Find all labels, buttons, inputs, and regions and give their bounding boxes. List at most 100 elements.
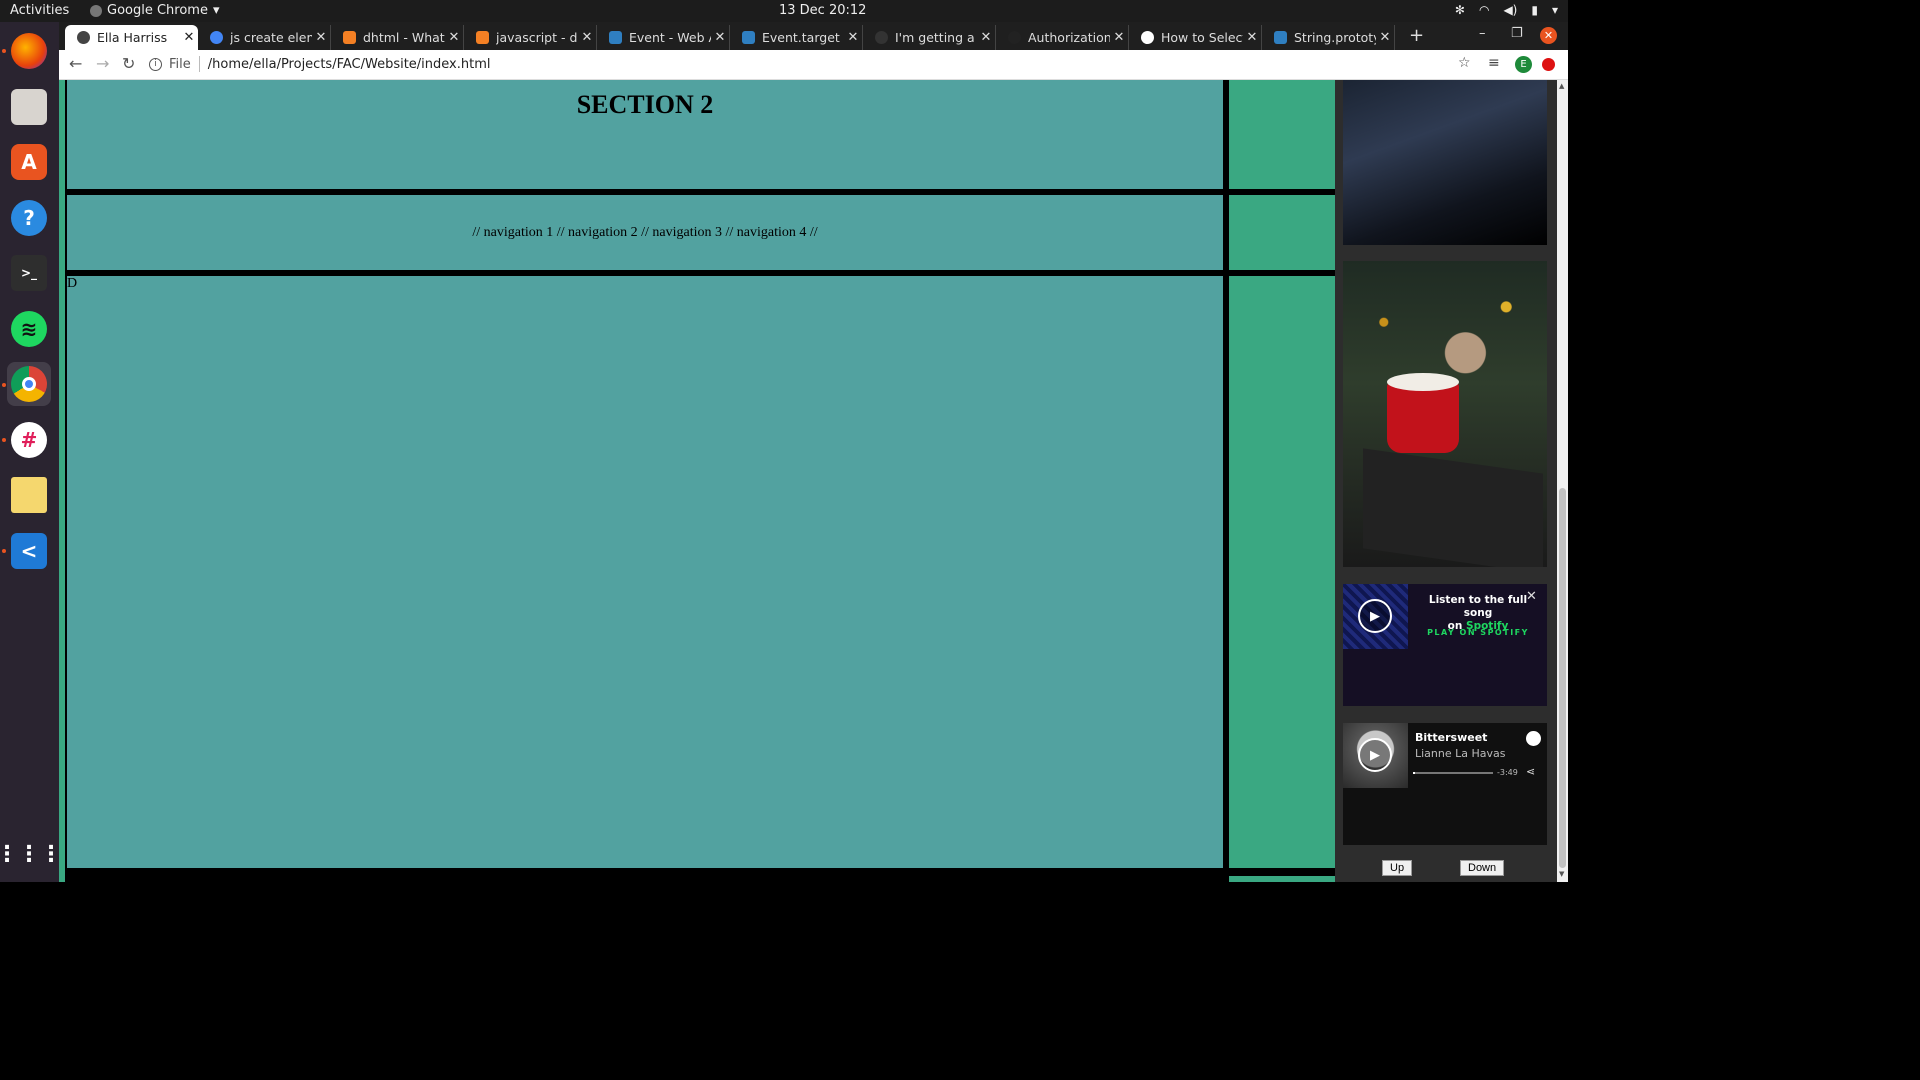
close-icon[interactable]: ✕ — [1526, 589, 1537, 604]
tab-authorization[interactable]: Authorization ✕ — [996, 25, 1129, 50]
chrome-icon[interactable] — [7, 362, 51, 406]
tab-label: dhtml - What is — [363, 30, 445, 45]
scroll-down-arrow-icon[interactable]: ▼ — [1559, 870, 1564, 878]
clock[interactable]: 13 Dec 20:12 — [779, 3, 866, 18]
terminal-icon[interactable]: >_ — [7, 251, 51, 295]
google-favicon-icon — [210, 31, 223, 44]
mdn-favicon-icon — [609, 31, 622, 44]
tab-im-getting-a-4[interactable]: I'm getting a 4 ✕ — [863, 25, 996, 50]
close-tab-icon[interactable]: ✕ — [445, 30, 463, 45]
tab-label: javascript - do — [496, 30, 578, 45]
address-bar[interactable]: i File /home/ella/Projects/FAC/Website/i… — [149, 52, 1449, 76]
stackoverflow-favicon-icon — [343, 31, 356, 44]
file-scheme-label: File — [169, 56, 191, 72]
new-tab-button[interactable]: + — [1409, 25, 1424, 46]
tab-label: js create eleme — [230, 30, 312, 45]
track-artist[interactable]: Lianne La Havas — [1415, 747, 1506, 760]
night-sky-image — [1343, 80, 1547, 245]
gnome-top-bar: Activities Google Chrome ▾ 13 Dec 20:12 … — [0, 0, 1568, 22]
wifi-icon[interactable]: ◠ — [1479, 3, 1489, 17]
page-scrollbar[interactable]: ▲ ▼ — [1557, 80, 1568, 882]
tab-event-target[interactable]: Event.target - ✕ — [730, 25, 863, 50]
tab-string-prototype[interactable]: String.prototy ✕ — [1262, 25, 1395, 50]
tab-dhtml[interactable]: dhtml - What is ✕ — [331, 25, 464, 50]
back-icon[interactable]: ← — [69, 54, 82, 73]
software-center-icon[interactable]: A — [7, 140, 51, 184]
progress-fill — [1413, 772, 1416, 774]
close-tab-icon[interactable]: ✕ — [312, 30, 330, 45]
files-icon[interactable] — [7, 85, 51, 129]
activities-button[interactable]: Activities — [10, 3, 69, 18]
tab-label: Event - Web AP — [629, 30, 711, 45]
reload-icon[interactable]: ↻ — [122, 54, 135, 73]
restore-icon[interactable]: ❐ — [1511, 26, 1523, 41]
scroll-up-arrow-icon[interactable]: ▲ — [1559, 82, 1564, 90]
close-tab-icon[interactable]: ✕ — [578, 30, 596, 45]
time-remaining: -3:49 — [1497, 768, 1518, 777]
spotify-promo-embed: ▶ Listen to the full song on Spotify PLA… — [1343, 584, 1547, 706]
scrollbar-thumb[interactable] — [1559, 488, 1566, 868]
firefox-icon[interactable] — [7, 29, 51, 73]
divider — [1229, 270, 1335, 276]
system-tray[interactable]: ✻ ◠ ◀) ▮ ▾ — [1455, 3, 1558, 17]
vscode-icon[interactable]: < — [7, 529, 51, 573]
close-tab-icon[interactable]: ✕ — [1243, 30, 1261, 45]
help-icon[interactable]: ? — [7, 196, 51, 240]
close-tab-icon[interactable]: ✕ — [1376, 30, 1394, 45]
profile-avatar[interactable]: E — [1515, 56, 1532, 73]
tab-favicon — [77, 31, 90, 44]
ubuntu-dock: A ? >_ ≋ # < ⋮⋮⋮ — [0, 22, 62, 882]
play-on-spotify-link[interactable]: PLAY ON SPOTIFY — [1413, 628, 1543, 637]
up-button[interactable]: Up — [1382, 860, 1413, 876]
down-button[interactable]: Down — [1460, 860, 1505, 876]
navigation-bar[interactable]: // navigation 1 // navigation 2 // navig… — [67, 195, 1223, 270]
slack-icon[interactable]: # — [7, 418, 51, 462]
close-window-icon[interactable]: ✕ — [1540, 27, 1557, 44]
close-tab-icon[interactable]: ✕ — [844, 30, 862, 45]
gift-box-shape — [1363, 448, 1543, 567]
bookmark-star-icon[interactable]: ☆ — [1458, 55, 1471, 71]
tab-javascript-do[interactable]: javascript - do ✕ — [464, 25, 597, 50]
forward-icon[interactable]: → — [96, 54, 109, 73]
share-icon[interactable]: ⋖ — [1526, 765, 1535, 778]
tab-strip: Ella Harriss ✕ js create eleme ✕ dhtml -… — [59, 22, 1568, 50]
sticky-notes-icon[interactable] — [7, 473, 51, 517]
play-icon[interactable]: ▶ — [1358, 738, 1392, 772]
mug-shape — [1387, 381, 1459, 453]
chrome-window: Ella Harriss ✕ js create eleme ✕ dhtml -… — [59, 22, 1568, 882]
app-menu[interactable]: Google Chrome ▾ — [90, 3, 220, 18]
marshmallows-shape — [1387, 373, 1459, 391]
tab-js-create-element[interactable]: js create eleme ✕ — [198, 25, 331, 50]
spotify-icon[interactable]: ≋ — [7, 307, 51, 351]
minimize-icon[interactable]: – — [1479, 26, 1486, 41]
close-tab-icon[interactable]: ✕ — [180, 30, 198, 45]
track-title[interactable]: Bittersweet — [1415, 731, 1487, 744]
close-tab-icon[interactable]: ✕ — [711, 30, 729, 45]
app-grid-icon[interactable]: ⋮⋮⋮ — [0, 832, 62, 876]
system-menu-caret-icon[interactable]: ▾ — [1552, 3, 1558, 17]
extension-icon[interactable] — [1542, 58, 1555, 71]
info-icon[interactable]: i — [149, 57, 162, 71]
play-icon[interactable]: ▶ — [1358, 599, 1392, 633]
sidebar: ▶ Listen to the full song on Spotify PLA… — [1335, 80, 1557, 882]
divider — [1229, 868, 1335, 876]
close-tab-icon[interactable]: ✕ — [977, 30, 995, 45]
progress-bar[interactable] — [1413, 772, 1493, 774]
volume-icon[interactable]: ◀) — [1503, 3, 1517, 17]
address-separator — [198, 56, 200, 72]
promo-line-1: Listen to the full song — [1428, 594, 1528, 619]
browser-toolbar: ← → ↻ i File /home/ella/Projects/FAC/Web… — [59, 50, 1568, 80]
spotify-player-embed: ▶ Bittersweet Lianne La Havas -3:49 ⋖ — [1343, 723, 1547, 845]
tab-ella-harriss[interactable]: Ella Harriss ✕ — [65, 25, 198, 50]
close-tab-icon[interactable]: ✕ — [1110, 30, 1128, 45]
extension-icon[interactable]: ✻ — [1455, 3, 1465, 17]
url-text[interactable]: /home/ella/Projects/FAC/Website/index.ht… — [208, 57, 491, 72]
reading-list-icon[interactable]: ≡ — [1488, 55, 1500, 71]
tab-label: String.prototy — [1294, 30, 1376, 45]
running-indicator — [2, 383, 6, 387]
content-area: D — [67, 276, 1223, 868]
battery-icon[interactable]: ▮ — [1531, 3, 1538, 17]
spotify-logo-icon[interactable] — [1526, 731, 1541, 746]
tab-how-to-select[interactable]: How to Select ✕ — [1129, 25, 1262, 50]
tab-event-web-api[interactable]: Event - Web AP ✕ — [597, 25, 730, 50]
